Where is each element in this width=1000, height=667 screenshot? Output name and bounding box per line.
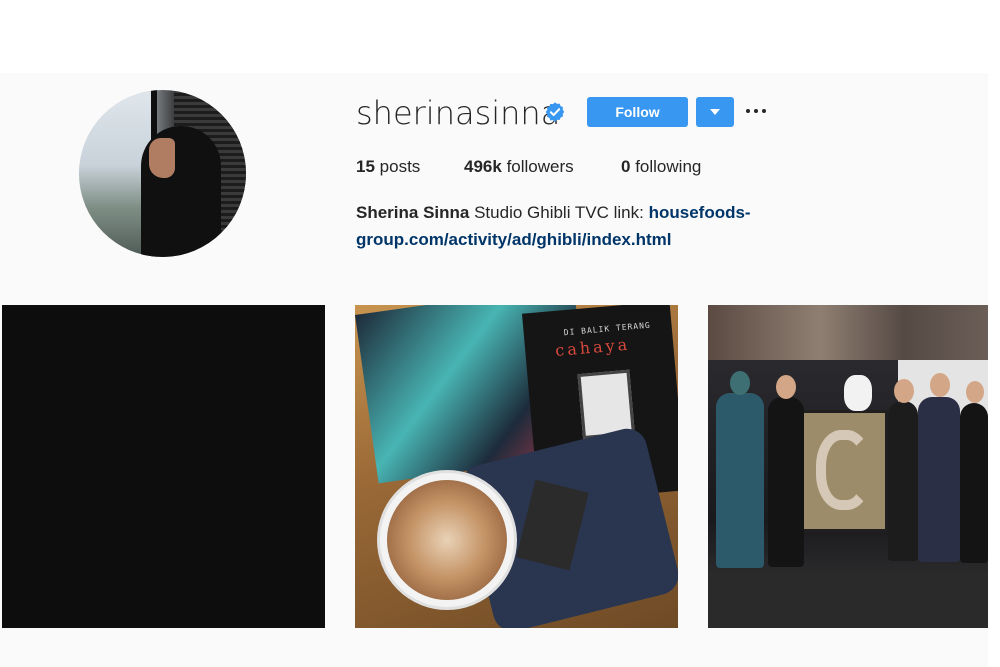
post-3-person-head: [776, 375, 796, 399]
profile-full-name: Sherina Sinna: [356, 203, 470, 222]
more-options-icon: [746, 109, 750, 113]
follow-button[interactable]: Follow: [587, 97, 688, 127]
more-options-button[interactable]: [745, 98, 769, 124]
post-3-person-head: [730, 371, 750, 395]
post-3-person-head: [894, 379, 914, 403]
verified-badge-icon: [545, 102, 565, 122]
post-thumbnail-3[interactable]: [708, 305, 988, 628]
followers-label: followers: [506, 157, 574, 176]
post-3-floor: [708, 573, 988, 628]
post-3-g-artwork: [816, 430, 872, 510]
post-3-person: [960, 403, 988, 563]
suggestions-dropdown-button[interactable]: [696, 97, 734, 127]
profile-avatar[interactable]: [79, 90, 246, 257]
followers-count: 496k: [464, 157, 502, 176]
post-3-person: [888, 401, 918, 561]
following-label: following: [635, 157, 702, 176]
bio-link-line1: housefoods-: [648, 203, 751, 222]
post-2-latte-art: [387, 480, 507, 600]
post-2-book-title: cahaya: [554, 334, 631, 361]
following-count: 0: [621, 157, 631, 176]
post-3-noface-mask: [844, 375, 872, 411]
post-2-book-subtitle: DI BALIK TERANG: [563, 320, 652, 338]
profile-username: sherinasinna: [356, 94, 561, 132]
posts-label: posts: [379, 157, 421, 176]
browser-top-area: [0, 0, 1000, 73]
profile-bio: Sherina Sinna Studio Ghibli TVC link: ho…: [356, 199, 776, 253]
avatar-person-face: [149, 138, 175, 178]
post-3-person-head: [930, 373, 950, 397]
posts-stat: 15 posts: [356, 156, 420, 178]
bio-link-line2: group.com/activity/ad/ghibli/index.html: [356, 230, 672, 249]
more-options-dot: [754, 109, 758, 113]
post-thumbnail-1[interactable]: [2, 305, 325, 628]
following-stat[interactable]: 0 following: [621, 156, 701, 178]
followers-stat[interactable]: 496k followers: [464, 156, 574, 178]
bio-text: Studio Ghibli TVC link:: [469, 203, 649, 222]
post-3-person-head: [966, 381, 984, 403]
more-options-dot: [762, 109, 766, 113]
chevron-down-icon: [710, 109, 720, 115]
post-3-person: [768, 397, 804, 567]
posts-count: 15: [356, 157, 375, 176]
post-3-person: [918, 397, 960, 562]
post-3-blurred-top: [708, 305, 988, 360]
post-thumbnail-2[interactable]: DI BALIK TERANG cahaya: [355, 305, 678, 628]
post-3-person: [716, 393, 764, 568]
